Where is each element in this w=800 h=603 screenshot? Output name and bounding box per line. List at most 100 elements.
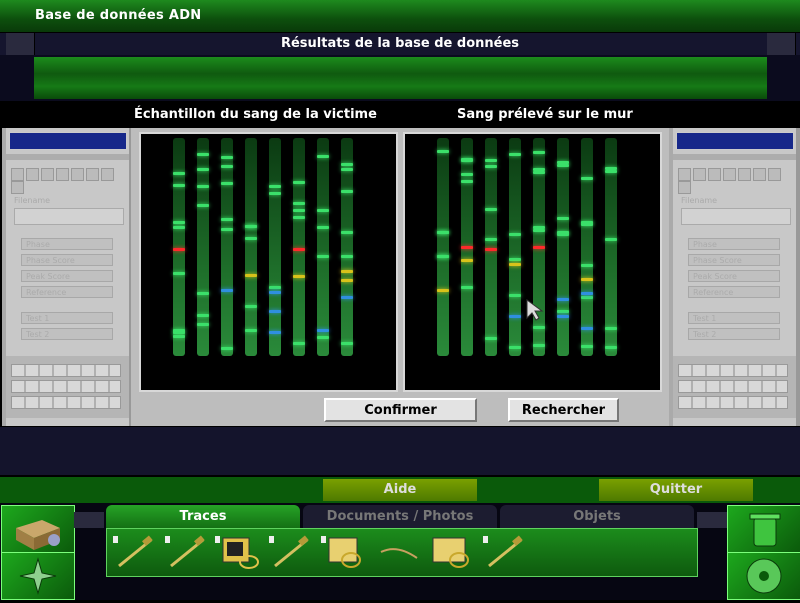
gel-band: [197, 185, 209, 188]
gel-band: [293, 209, 305, 212]
gel-band: [317, 336, 329, 339]
gel-band: [197, 168, 209, 171]
filename-label: Filename: [681, 196, 718, 205]
gel-lane: [221, 138, 233, 356]
sample-labels: Échantillon du sang de la victime Sang p…: [0, 102, 800, 126]
tool-button[interactable]: [56, 168, 69, 181]
gel-band: [221, 218, 233, 221]
gel-lane: [245, 138, 257, 356]
gel-band: [533, 246, 545, 249]
quit-button[interactable]: Quitter: [599, 479, 753, 501]
swab-icon[interactable]: [269, 534, 313, 570]
phase-button[interactable]: Phase: [688, 238, 780, 250]
slider-bar[interactable]: [678, 396, 788, 409]
gel-band: [605, 170, 617, 173]
tool-button[interactable]: [41, 168, 54, 181]
phase-score-button[interactable]: Phase Score: [21, 254, 113, 266]
gel-band: [581, 345, 593, 348]
gel-band: [533, 344, 545, 347]
gel-band: [605, 167, 617, 170]
recycle-bin-button[interactable]: [727, 505, 800, 553]
gel-band: [461, 259, 473, 262]
gel-band: [317, 209, 329, 212]
divider: [673, 154, 796, 160]
slider-bar[interactable]: [11, 364, 121, 377]
phase-button[interactable]: Phase: [21, 238, 113, 250]
gel-band: [341, 190, 353, 193]
results-list[interactable]: [0, 55, 800, 101]
gel-band: [341, 296, 353, 299]
fingerprint-card-icon[interactable]: [429, 534, 473, 570]
gel-band: [293, 202, 305, 205]
test-2-button[interactable]: Test 2: [688, 328, 780, 340]
test-1-button[interactable]: Test 1: [688, 312, 780, 324]
slider-bar[interactable]: [11, 380, 121, 393]
left-sample-label: Échantillon du sang de la victime: [134, 107, 377, 122]
filename-field[interactable]: [14, 208, 124, 225]
swab-icon[interactable]: [113, 534, 157, 570]
phase-score-button[interactable]: Phase Score: [688, 254, 780, 266]
gel-band: [293, 216, 305, 219]
test-2-button[interactable]: Test 2: [21, 328, 113, 340]
gel-band: [317, 155, 329, 158]
peak-score-button[interactable]: Peak Score: [21, 270, 113, 282]
disc-button[interactable]: [727, 552, 800, 600]
compass-icon: [19, 557, 57, 595]
tab-objets[interactable]: Objets: [500, 505, 694, 528]
swab-icon[interactable]: [483, 534, 527, 570]
help-button[interactable]: Aide: [323, 479, 477, 501]
test-1-button[interactable]: Test 1: [21, 312, 113, 324]
reference-button[interactable]: Reference: [21, 286, 113, 298]
tool-button[interactable]: [738, 168, 751, 181]
tool-button[interactable]: [26, 168, 39, 181]
tab-documents-photos[interactable]: Documents / Photos: [303, 505, 497, 528]
gel-band: [485, 238, 497, 241]
reference-button[interactable]: Reference: [688, 286, 780, 298]
gel-band: [197, 204, 209, 207]
swab-icon[interactable]: [165, 534, 209, 570]
right-tool-panel: Filename Phase Phase Score Peak Score Re…: [669, 128, 800, 426]
results-header: Résultats de la base de données: [0, 33, 800, 55]
filename-field[interactable]: [681, 208, 791, 225]
gel-band: [557, 164, 569, 167]
slider-bar[interactable]: [678, 380, 788, 393]
peak-score-button[interactable]: Peak Score: [688, 270, 780, 282]
left-panel-toolbar: [11, 168, 129, 194]
tool-button[interactable]: [693, 168, 706, 181]
gel-band: [293, 181, 305, 184]
slider-bar[interactable]: [678, 364, 788, 377]
tool-button[interactable]: [753, 168, 766, 181]
tool-button[interactable]: [71, 168, 84, 181]
fingerprint-card-icon[interactable]: [215, 534, 259, 570]
evidence-box-button[interactable]: [1, 505, 75, 553]
gel-band: [557, 298, 569, 301]
hair-icon[interactable]: [377, 534, 421, 570]
gel-band: [293, 275, 305, 278]
tool-button[interactable]: [11, 181, 24, 194]
slider-bar[interactable]: [11, 396, 121, 409]
map-button[interactable]: [1, 552, 75, 600]
tab-traces[interactable]: Traces: [106, 505, 300, 528]
tool-button[interactable]: [678, 168, 691, 181]
tool-button[interactable]: [11, 168, 24, 181]
gel-band: [221, 156, 233, 159]
right-sample-label: Sang prélevé sur le mur: [457, 107, 633, 122]
tool-button[interactable]: [768, 168, 781, 181]
gel-band: [293, 342, 305, 345]
tool-button[interactable]: [86, 168, 99, 181]
tool-button[interactable]: [101, 168, 114, 181]
right-panel-toolbar: [678, 168, 796, 194]
fingerprint-card-icon[interactable]: [321, 534, 365, 570]
results-list-area[interactable]: [34, 57, 767, 99]
victim-dna-gel: [139, 132, 398, 392]
gel-band: [485, 165, 497, 168]
confirm-button[interactable]: Confirmer: [324, 398, 477, 422]
wall-dna-gel: [403, 132, 662, 392]
tool-button[interactable]: [678, 181, 691, 194]
gel-band: [269, 291, 281, 294]
gel-band: [221, 289, 233, 292]
gel-band: [581, 292, 593, 295]
tool-button[interactable]: [708, 168, 721, 181]
search-button[interactable]: Rechercher: [508, 398, 619, 422]
tool-button[interactable]: [723, 168, 736, 181]
